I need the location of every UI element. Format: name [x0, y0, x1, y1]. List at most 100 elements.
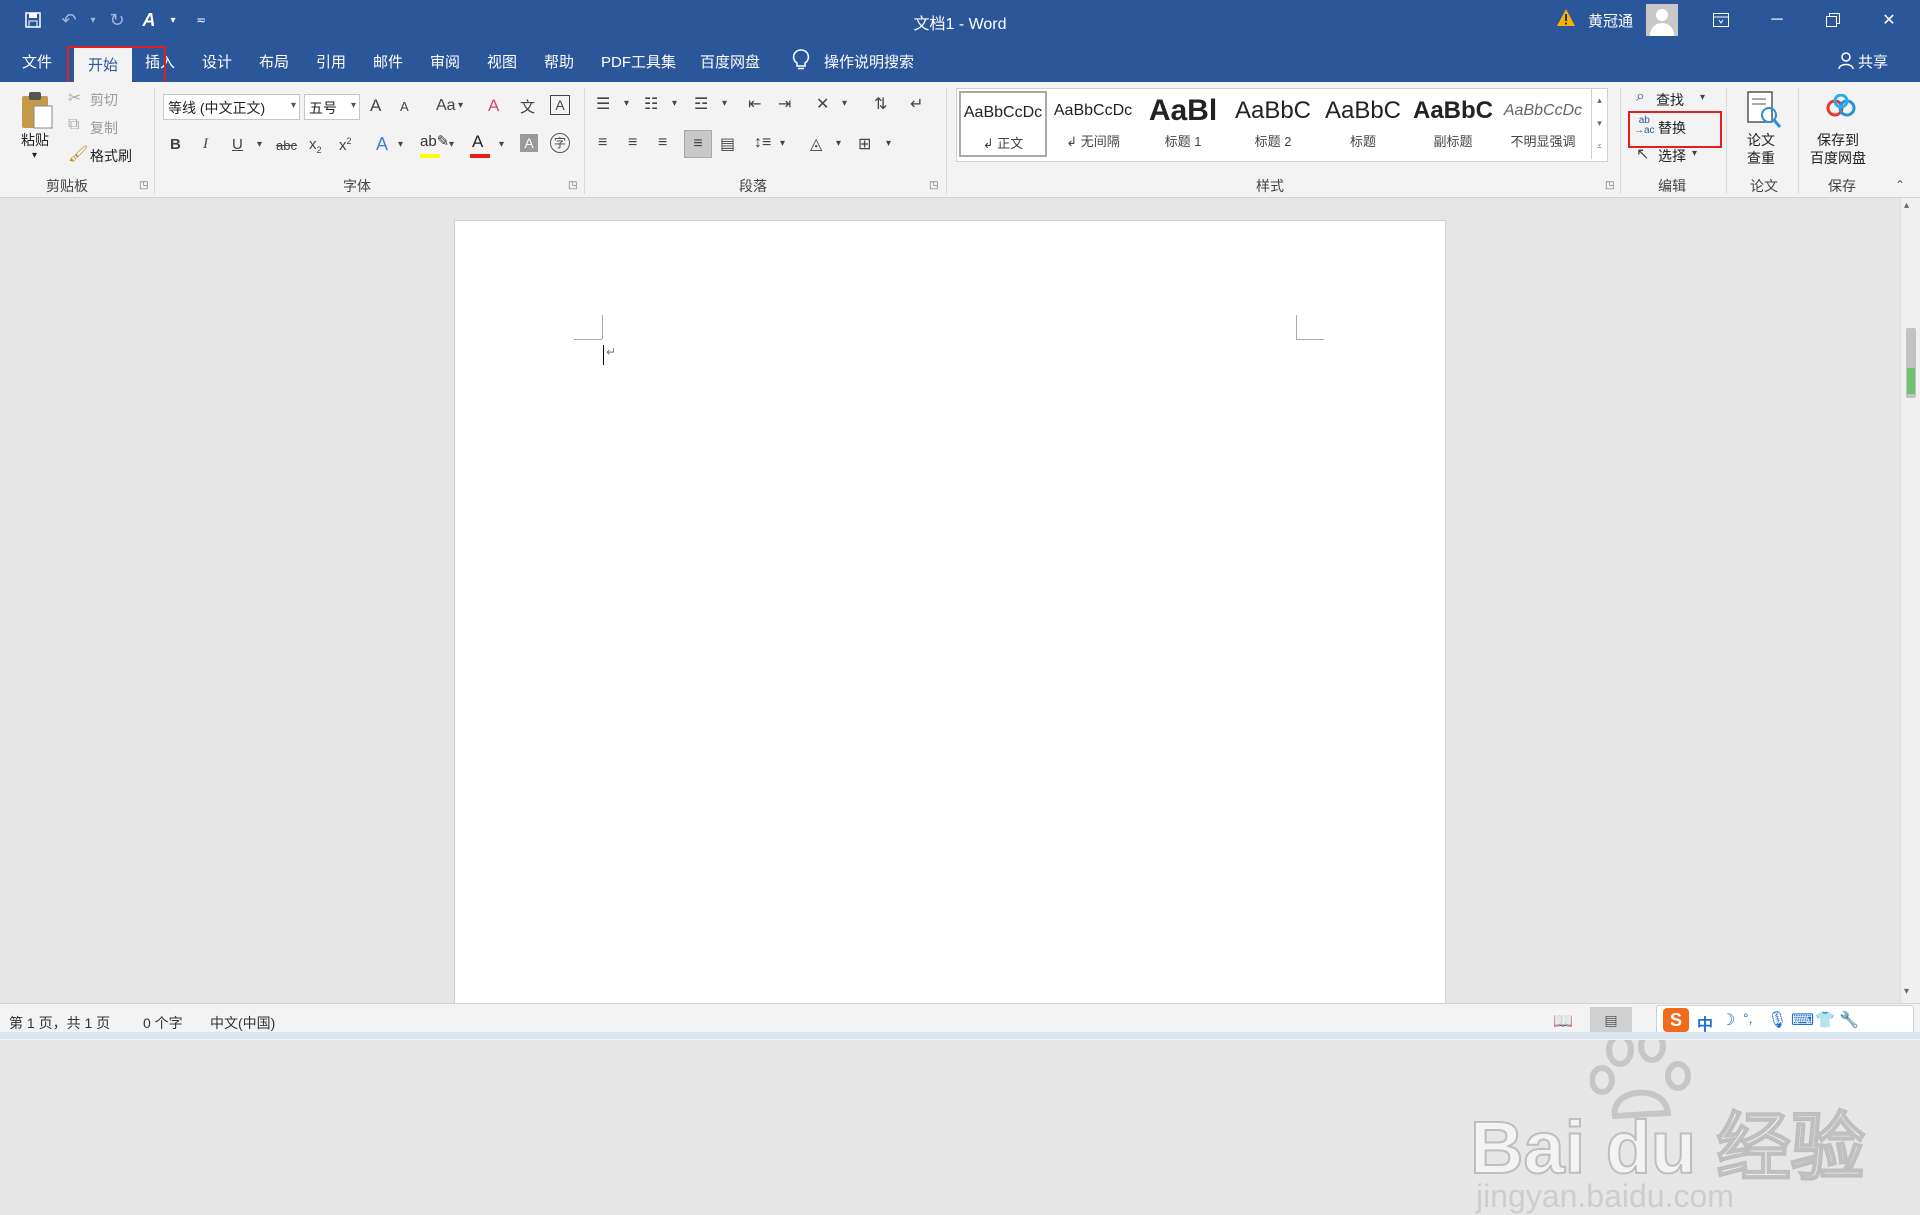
- keyboard-icon[interactable]: ⌨: [1791, 1010, 1814, 1030]
- font-launcher-icon[interactable]: ◳: [568, 180, 577, 191]
- copy-button[interactable]: 复制: [90, 118, 118, 138]
- tab-file[interactable]: 文件: [22, 51, 52, 73]
- ribbon-display-options-icon[interactable]: [1698, 0, 1744, 40]
- font-color-dropdown-icon[interactable]: ▾: [499, 139, 504, 150]
- font-name-combo[interactable]: 等线 (中文正文) ▾: [163, 94, 300, 120]
- close-icon[interactable]: ✕: [1866, 0, 1912, 40]
- styles-launcher-icon[interactable]: ◳: [1605, 180, 1614, 191]
- align-left-icon[interactable]: ≡: [598, 134, 607, 152]
- increase-indent-icon[interactable]: ⇥: [778, 94, 791, 114]
- highlight-dropdown-icon[interactable]: ▾: [449, 139, 454, 150]
- gallery-more-icon[interactable]: ⩡: [1592, 135, 1607, 158]
- change-case-icon[interactable]: Aa: [436, 97, 456, 115]
- clipboard-launcher-icon[interactable]: ◳: [139, 180, 148, 191]
- paper-check-button-line2[interactable]: 查重: [1747, 148, 1775, 168]
- chinese-layout-dropdown-icon[interactable]: ▾: [842, 98, 847, 109]
- font-size-combo[interactable]: 五号 ▾: [304, 94, 360, 120]
- shading-dropdown-icon[interactable]: ▾: [836, 138, 841, 149]
- character-shading-icon[interactable]: A: [520, 134, 538, 152]
- page-count[interactable]: 第 1 页，共 1 页: [9, 1013, 110, 1033]
- borders-icon[interactable]: ⊞: [858, 134, 871, 154]
- gallery-scroll[interactable]: ▴ ▾ ⩡: [1591, 89, 1607, 159]
- document-page[interactable]: ↵: [454, 220, 1446, 1012]
- paper-check-button-line1[interactable]: 论文: [1747, 130, 1775, 150]
- bullets-icon[interactable]: ☰: [596, 94, 610, 114]
- style-subtle-emphasis[interactable]: AaBbCcDc 不明显强调: [1499, 91, 1587, 157]
- language-indicator[interactable]: 中文(中国): [210, 1013, 275, 1033]
- shading-icon[interactable]: ◬: [810, 134, 822, 154]
- scroll-up-icon[interactable]: ▴: [1904, 200, 1909, 211]
- style-heading-1[interactable]: AaBl 标题 1: [1139, 91, 1227, 157]
- style-subtitle[interactable]: AaBbC 副标题: [1409, 91, 1497, 157]
- tab-view[interactable]: 视图: [487, 51, 517, 73]
- superscript-icon[interactable]: x2: [339, 136, 352, 154]
- multilevel-list-icon[interactable]: ☲: [694, 94, 708, 114]
- select-dropdown-icon[interactable]: ▾: [1692, 148, 1697, 159]
- enclose-characters-icon[interactable]: 字: [550, 133, 570, 153]
- align-right-icon[interactable]: ≡: [658, 134, 667, 152]
- tab-pdf-tools[interactable]: PDF工具集: [601, 51, 676, 73]
- phonetic-guide-icon[interactable]: 文: [520, 96, 535, 117]
- multilevel-dropdown-icon[interactable]: ▾: [722, 98, 727, 109]
- save-to-netdisk-line2[interactable]: 百度网盘: [1810, 148, 1866, 168]
- decrease-indent-icon[interactable]: ⇤: [748, 94, 761, 114]
- justify-icon[interactable]: ≡: [684, 130, 712, 158]
- chevron-up-icon[interactable]: ▴: [1592, 89, 1607, 112]
- avatar[interactable]: [1646, 4, 1678, 36]
- character-border-icon[interactable]: A: [550, 95, 570, 115]
- bullets-dropdown-icon[interactable]: ▾: [624, 98, 629, 109]
- chevron-down-icon[interactable]: ▾: [351, 100, 356, 111]
- sort-icon[interactable]: ⇅: [874, 94, 887, 114]
- highlight-color-icon[interactable]: ab✎: [420, 132, 449, 150]
- chevron-down-icon[interactable]: ▾: [1592, 112, 1607, 135]
- style-title[interactable]: AaBbC 标题: [1319, 91, 1407, 157]
- save-to-netdisk-line1[interactable]: 保存到: [1817, 130, 1859, 150]
- toolbox-icon[interactable]: 🔧: [1839, 1010, 1859, 1030]
- underline-dropdown-icon[interactable]: ▾: [257, 139, 262, 150]
- paragraph-launcher-icon[interactable]: ◳: [929, 180, 938, 191]
- bold-icon[interactable]: B: [170, 136, 181, 153]
- copy-icon[interactable]: ⧉: [68, 116, 79, 134]
- find-icon[interactable]: ⌕: [1636, 88, 1645, 106]
- skin-icon[interactable]: 👕: [1815, 1010, 1835, 1030]
- restore-icon[interactable]: [1810, 0, 1856, 40]
- paste-icon[interactable]: [20, 90, 54, 133]
- paper-check-icon[interactable]: [1746, 90, 1782, 133]
- microphone-icon[interactable]: 🎙: [1767, 1010, 1787, 1030]
- shrink-font-icon[interactable]: A: [400, 99, 409, 114]
- scrollbar-thumb[interactable]: [1906, 328, 1916, 398]
- font-color-icon[interactable]: A: [472, 132, 483, 152]
- tab-mailings[interactable]: 邮件: [373, 51, 403, 73]
- clear-formatting-icon[interactable]: A: [488, 96, 499, 116]
- tab-help[interactable]: 帮助: [544, 51, 574, 73]
- sogou-logo-icon[interactable]: S: [1663, 1008, 1689, 1032]
- paste-button[interactable]: 粘贴: [21, 130, 49, 150]
- find-dropdown-icon[interactable]: ▾: [1700, 92, 1705, 103]
- format-painter-button[interactable]: 格式刷: [90, 146, 132, 166]
- tab-baidu-netdisk[interactable]: 百度网盘: [700, 51, 760, 73]
- user-name[interactable]: 黄冠通: [1588, 10, 1633, 31]
- italic-icon[interactable]: I: [203, 136, 208, 153]
- show-formatting-marks-icon[interactable]: ↵: [910, 94, 923, 114]
- tab-design[interactable]: 设计: [202, 51, 232, 73]
- tab-review[interactable]: 审阅: [430, 51, 460, 73]
- tell-me-search[interactable]: 操作说明搜索: [824, 51, 914, 73]
- chevron-down-icon[interactable]: ▾: [291, 100, 296, 111]
- numbering-icon[interactable]: ☷: [644, 94, 658, 114]
- text-effects-icon[interactable]: A: [376, 134, 388, 155]
- paste-dropdown-icon[interactable]: ▾: [32, 150, 37, 161]
- style-no-spacing[interactable]: AaBbCcDc ↲ 无间隔: [1049, 91, 1137, 157]
- text-effects-dropdown-icon[interactable]: ▾: [398, 139, 403, 150]
- scroll-down-icon[interactable]: ▾: [1904, 986, 1909, 997]
- numbering-dropdown-icon[interactable]: ▾: [672, 98, 677, 109]
- line-spacing-dropdown-icon[interactable]: ▾: [780, 138, 785, 149]
- cut-button[interactable]: 剪切: [90, 90, 118, 110]
- borders-dropdown-icon[interactable]: ▾: [886, 138, 891, 149]
- format-painter-icon[interactable]: 🖌: [68, 144, 88, 164]
- find-button[interactable]: 查找: [1656, 90, 1684, 110]
- baidu-netdisk-icon[interactable]: [1826, 93, 1856, 121]
- collapse-ribbon-icon[interactable]: ⌃: [1895, 178, 1905, 192]
- cut-icon[interactable]: ✂: [68, 88, 81, 108]
- punctuation-icon[interactable]: °,: [1743, 1010, 1753, 1026]
- underline-icon[interactable]: U: [232, 136, 243, 153]
